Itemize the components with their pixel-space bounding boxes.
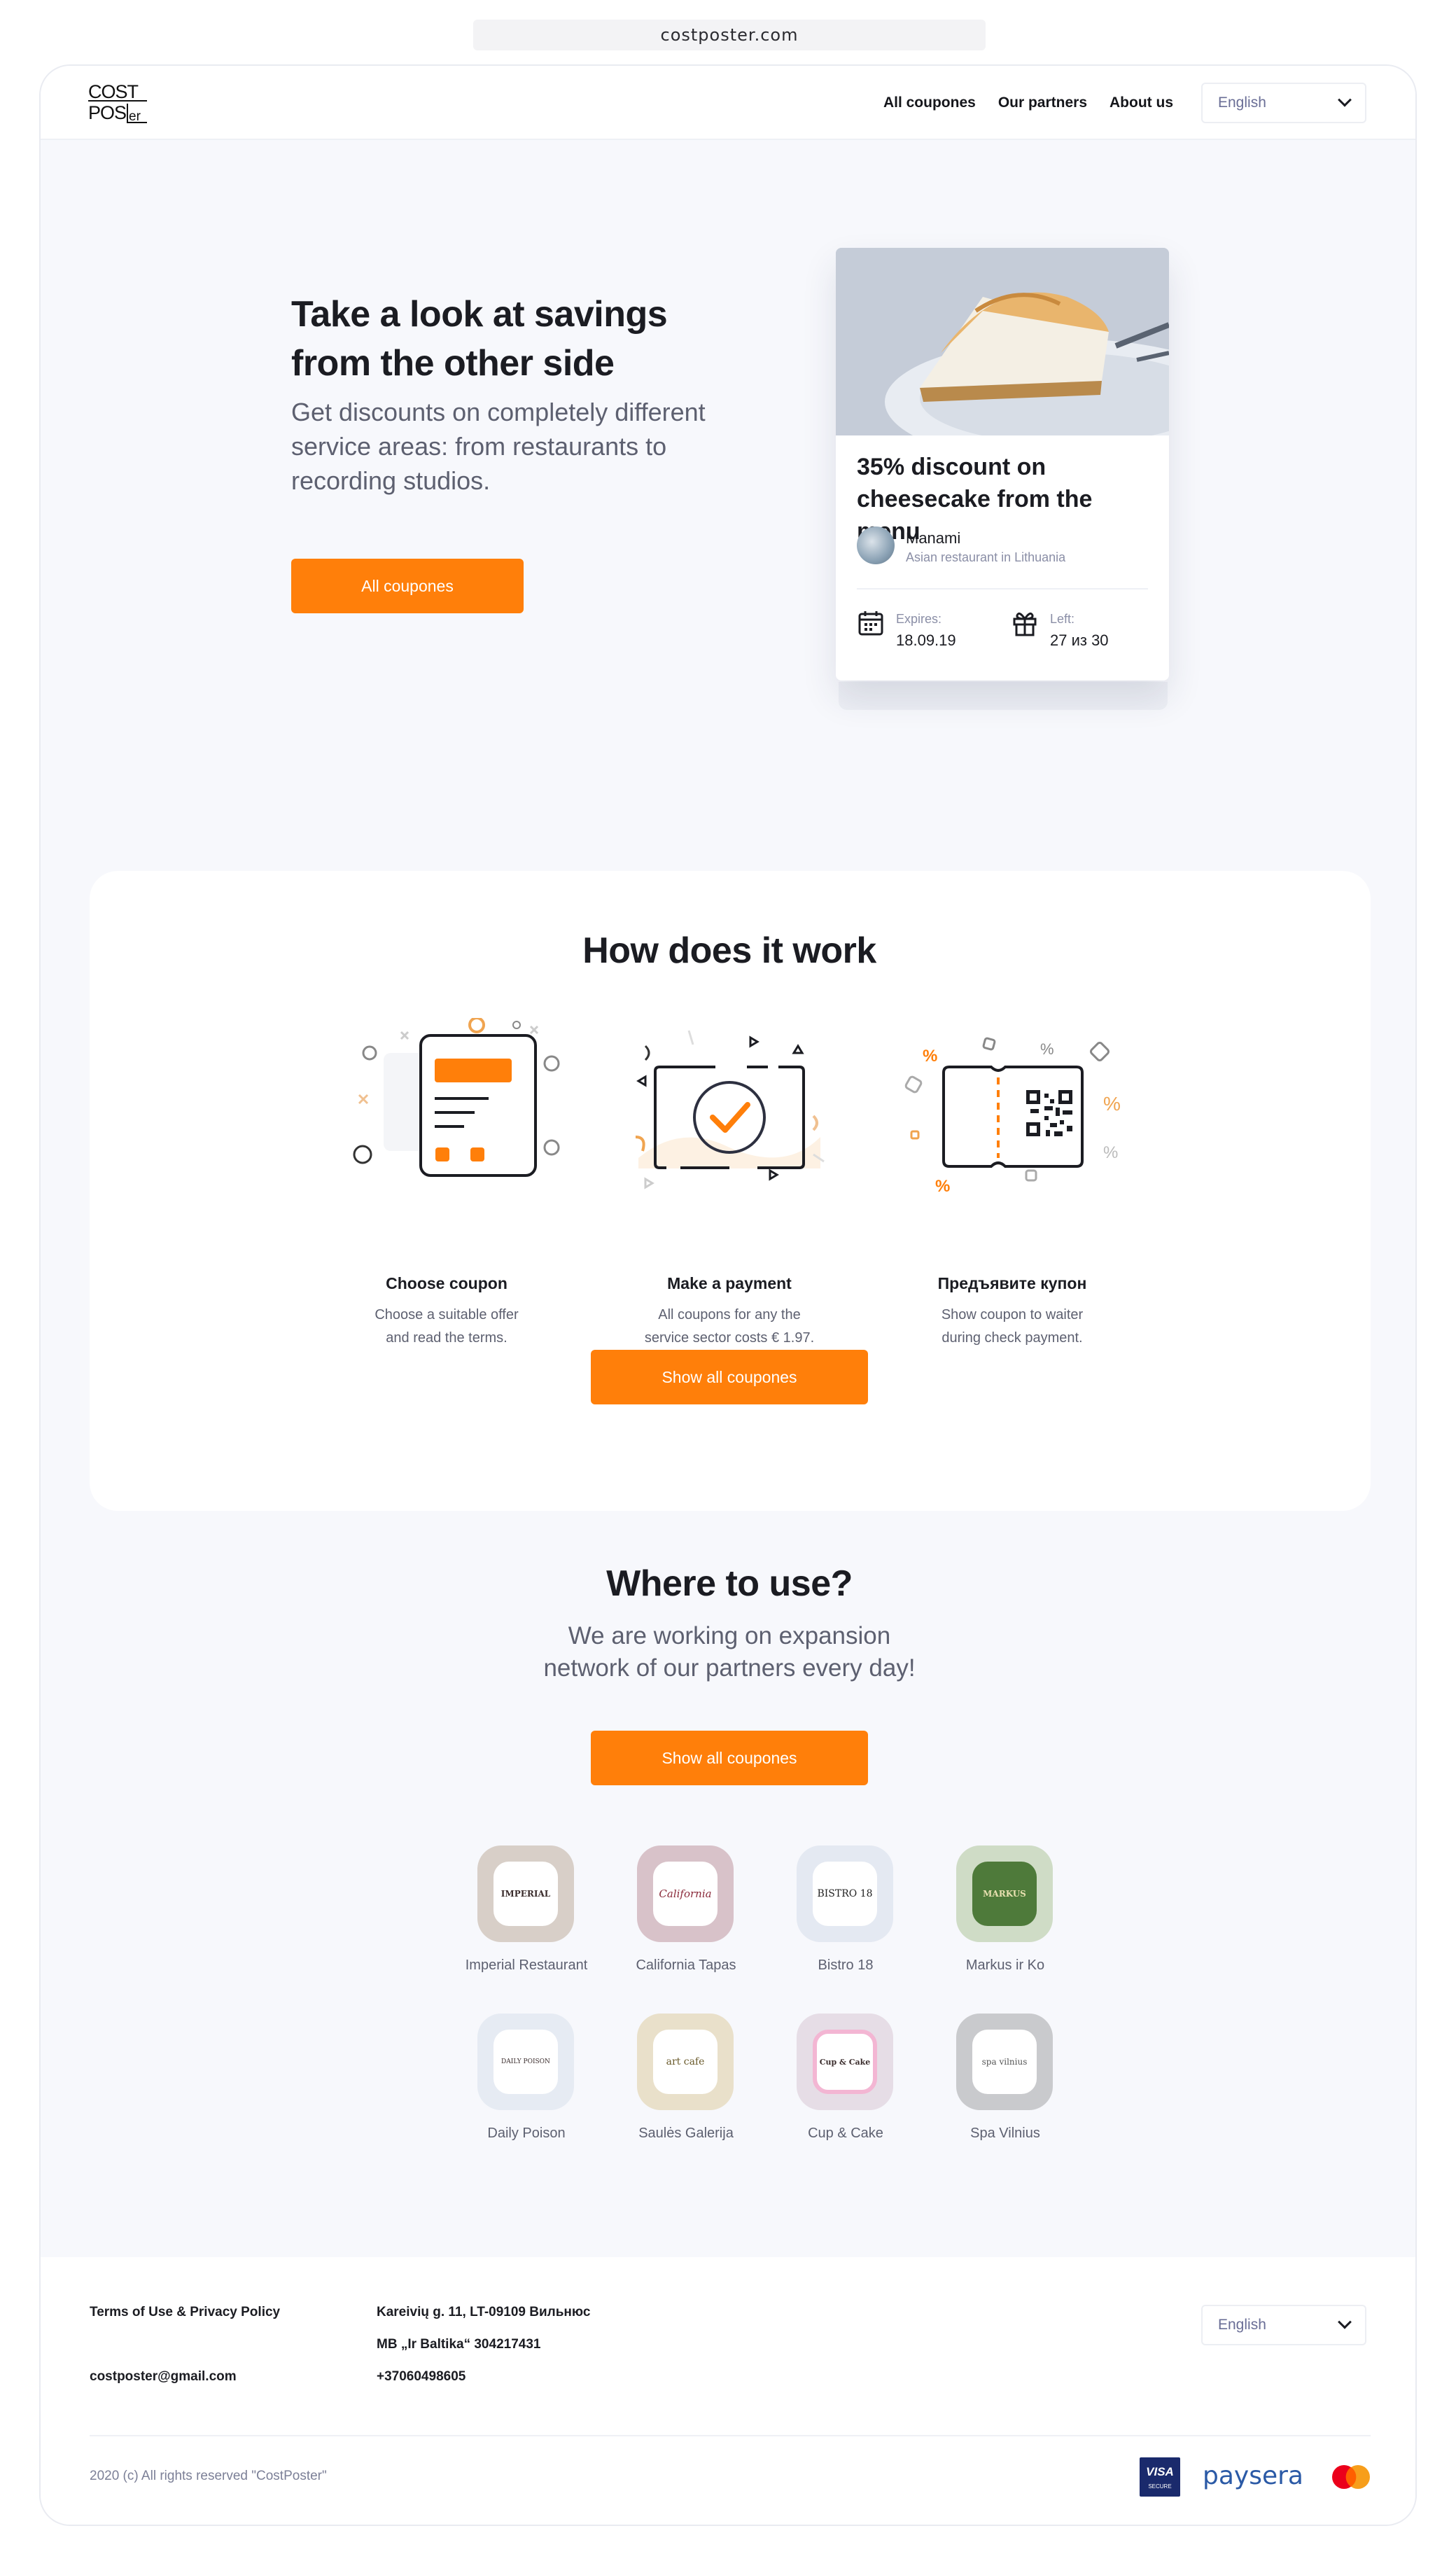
coupon-card[interactable]: 35% discount on cheesecake from the menu…: [836, 248, 1169, 681]
step-1-title: Choose coupon: [386, 1274, 507, 1292]
merchant-description: Asian restaurant in Lithuania: [906, 550, 1066, 564]
calendar-icon: [858, 611, 883, 636]
svg-text:%: %: [1103, 1093, 1121, 1115]
step-3-desc-line2: during check payment.: [941, 1330, 1083, 1346]
qr-ticket-icon: % % % % %: [904, 1037, 1121, 1193]
daily-poison-logo: DAILY POISON: [493, 2030, 558, 2094]
partner-logo-tile: DAILY POISON: [477, 2014, 574, 2110]
cheesecake-image: [836, 248, 1169, 435]
footer-language-value: English: [1218, 2317, 1266, 2333]
paysera-logo: paysera: [1203, 2462, 1303, 2490]
footer-phone[interactable]: +37060498605: [377, 2369, 465, 2385]
svg-text:%: %: [935, 1177, 950, 1193]
nav-about-us[interactable]: About us: [1110, 95, 1173, 111]
partner-name: California Tapas: [636, 1958, 736, 1973]
footer-divider: [90, 2435, 1371, 2436]
copyright: 2020 (c) All rights reserved "CostPoster…: [90, 2469, 327, 2483]
partner-name: Imperial Restaurant: [465, 1958, 588, 1973]
partner-logo-tile: art cafe: [637, 2014, 734, 2110]
partner-name: Bistro 18: [818, 1958, 874, 1973]
partner-name: Cup & Cake: [808, 2126, 883, 2141]
imperial-logo: IMPERIAL: [493, 1862, 558, 1926]
partner-logo-tile: IMPERIAL: [477, 1845, 574, 1942]
step-2-desc-line1: All coupons for any the: [658, 1307, 801, 1323]
expires-value: 18.09.19: [896, 631, 956, 649]
nav-all-coupones[interactable]: All coupones: [883, 95, 976, 111]
language-select[interactable]: English: [1201, 83, 1366, 123]
chevron-down-icon: [1338, 92, 1352, 107]
nav-our-partners[interactable]: Our partners: [998, 95, 1087, 111]
where-show-all-coupones-button[interactable]: Show all coupones: [591, 1731, 868, 1785]
chevron-down-icon: [1338, 2315, 1352, 2329]
card-divider: [857, 588, 1148, 589]
step-3-desc-line1: Show coupon to waiter: [941, 1307, 1084, 1323]
cup-and-cake-logo: Cup & Cake: [813, 2030, 877, 2094]
partner-logo-tile: spa vilnius: [956, 2014, 1053, 2110]
main-nav: All coupones Our partners About us Engli…: [883, 83, 1366, 123]
payment-check-icon: [635, 1030, 825, 1189]
partner-logo-tile: Cup & Cake: [797, 2014, 893, 2110]
where-to-use-title: Where to use?: [606, 1563, 853, 1604]
email-link[interactable]: costposter@gmail.com: [90, 2369, 237, 2385]
visa-secure-logo: VISA SECURE: [1140, 2457, 1180, 2497]
coupon-phone-icon: [353, 1018, 560, 1177]
hero-title: Take a look at savings from the other si…: [291, 294, 668, 384]
svg-text:COST: COST: [88, 81, 139, 102]
spa-vilnius-logo: spa vilnius: [972, 2030, 1037, 2094]
terms-link[interactable]: Terms of Use & Privacy Policy: [90, 2305, 280, 2320]
partner-logo-tile: California: [637, 1845, 734, 1942]
svg-text:POS: POS: [88, 102, 126, 123]
partner-name: Saulės Galerija: [638, 2126, 734, 2141]
where-subtitle-line1: We are working on expansion: [568, 1622, 891, 1649]
partner-logo-tile: MARKUS: [956, 1845, 1053, 1942]
step-2-desc-line2: service sector costs € 1.97.: [644, 1330, 815, 1346]
merchant-avatar: [857, 526, 895, 564]
bistro-18-logo: BISTRO 18: [813, 1862, 877, 1926]
costposter-logo[interactable]: COST POS er: [88, 80, 147, 123]
partner-name: Spa Vilnius: [970, 2126, 1040, 2141]
site-footer: Terms of Use & Privacy Policy costposter…: [41, 2257, 1415, 2525]
footer-language-select[interactable]: English: [1201, 2305, 1366, 2345]
footer-address: Kareivių g. 11, LT-09109 Вильнюс: [377, 2305, 591, 2319]
site-header: COST POS er All coupones Our partners Ab…: [41, 66, 1415, 140]
hero-all-coupones-button[interactable]: All coupones: [291, 559, 524, 613]
card-stack-shadow: [839, 682, 1168, 710]
step-1-desc-line2: and read the terms.: [386, 1330, 507, 1346]
svg-text:er: er: [129, 109, 141, 123]
browser-url-bar[interactable]: costposter.com: [473, 20, 986, 50]
partner-name: Daily Poison: [487, 2126, 566, 2141]
where-subtitle-line2: network of our partners every day!: [543, 1654, 916, 1682]
gift-icon: [1013, 612, 1037, 636]
markus-logo: MARKUS: [972, 1862, 1037, 1926]
partner-name: Markus ir Ko: [965, 1958, 1045, 1973]
mastercard-logo: [1332, 2465, 1370, 2489]
how-it-works-title: How does it work: [582, 930, 876, 971]
how-show-all-coupones-button[interactable]: Show all coupones: [591, 1350, 868, 1404]
svg-text:%: %: [1040, 1040, 1054, 1058]
footer-company: MB „Ir Baltika“ 304217431: [377, 2337, 541, 2352]
expires-label: Expires:: [896, 612, 942, 626]
california-logo: California: [653, 1862, 718, 1926]
url-text: costposter.com: [660, 25, 799, 45]
svg-text:%: %: [1103, 1143, 1118, 1162]
left-label: Left:: [1050, 612, 1075, 626]
art-cafe-logo: art cafe: [653, 2030, 718, 2094]
step-2-title: Make a payment: [667, 1274, 792, 1292]
merchant-name: Manami: [906, 529, 961, 547]
coupon-title: 35% discount on cheesecake from the menu: [857, 454, 1093, 545]
svg-text:%: %: [923, 1047, 937, 1066]
hero-subtitle: Get discounts on completely different se…: [291, 398, 706, 495]
step-1-desc-line1: Choose a suitable offer: [374, 1307, 519, 1323]
left-value: 27 из 30: [1050, 631, 1109, 649]
step-3-title: Предъявите купон: [937, 1274, 1087, 1292]
partner-logo-tile: BISTRO 18: [797, 1845, 893, 1942]
page-frame: COST POS er All coupones Our partners Ab…: [39, 64, 1417, 2526]
language-value: English: [1218, 95, 1266, 111]
